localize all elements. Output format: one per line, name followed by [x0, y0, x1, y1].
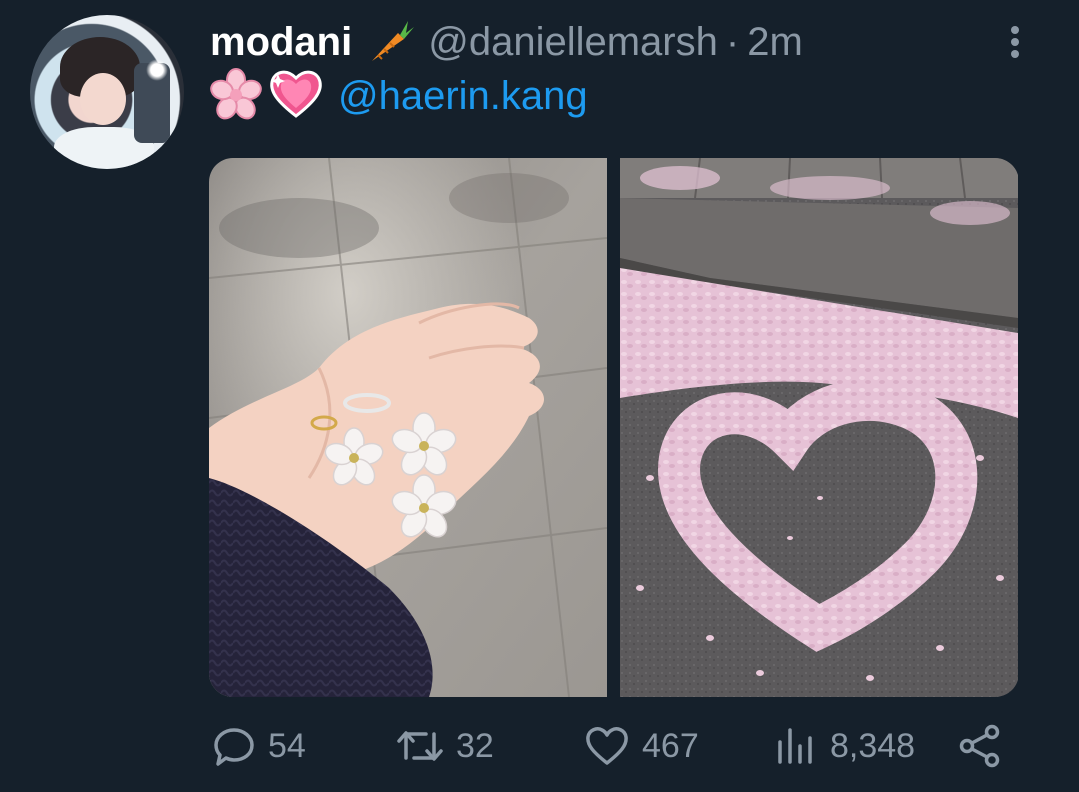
avatar-flash: [146, 59, 168, 81]
reply-button[interactable]: 54: [212, 718, 306, 774]
views-button[interactable]: 8,348: [774, 718, 915, 774]
share-icon: [959, 724, 1000, 768]
retweet-icon: [397, 731, 443, 761]
petal-heart-on-pavement-photo[interactable]: [620, 158, 1018, 697]
share-button[interactable]: [958, 718, 1014, 774]
retweet-count: 32: [456, 726, 494, 765]
retweet-button[interactable]: 32: [396, 718, 494, 774]
reply-icon: [214, 728, 254, 766]
vertical-dots-icon: [1011, 26, 1019, 58]
heart-icon: [586, 727, 628, 765]
user-handle[interactable]: @daniellemarsh: [428, 20, 718, 65]
views-count: 8,348: [830, 726, 916, 765]
carrot-icon: [364, 17, 416, 67]
avatar-face: [80, 73, 126, 125]
avatar[interactable]: [30, 15, 184, 169]
cherry-blossom-icon: [210, 67, 262, 125]
tweet-header: modani @daniellemarsh · 2m: [210, 14, 803, 70]
views-chart-icon: [778, 728, 812, 764]
sparkling-heart-icon: [268, 68, 324, 125]
display-name[interactable]: modani: [210, 20, 352, 65]
timestamp[interactable]: 2m: [747, 20, 803, 65]
like-button[interactable]: 467: [584, 718, 699, 774]
hand-holding-cherry-blossoms-photo[interactable]: [209, 158, 607, 697]
action-bar: 54 32 467 8,348: [210, 718, 1010, 774]
separator-dot: ·: [725, 19, 740, 64]
tweet: modani @daniellemarsh · 2m @haerin.kang …: [0, 0, 1079, 792]
media-grid: [209, 158, 1019, 697]
mention-link[interactable]: @haerin.kang: [338, 74, 588, 119]
reply-count: 54: [268, 726, 306, 765]
more-options-button[interactable]: [1000, 22, 1030, 62]
tweet-text: @haerin.kang: [210, 67, 588, 125]
like-count: 467: [642, 726, 699, 765]
